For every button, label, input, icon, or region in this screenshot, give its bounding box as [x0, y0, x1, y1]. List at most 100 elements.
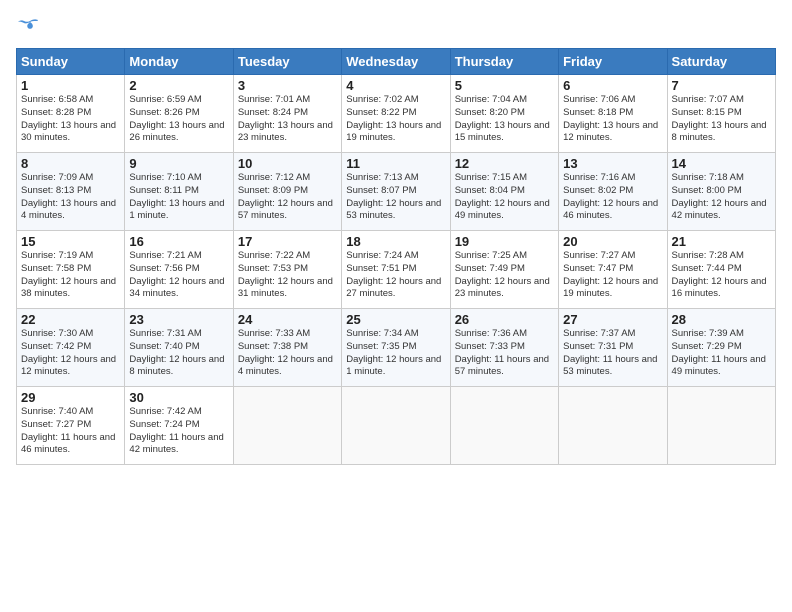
- calendar-cell: 13Sunrise: 7:16 AMSunset: 8:02 PMDayligh…: [559, 153, 667, 231]
- calendar-cell: 8Sunrise: 7:09 AMSunset: 8:13 PMDaylight…: [17, 153, 125, 231]
- day-number: 29: [21, 390, 120, 405]
- day-number: 8: [21, 156, 120, 171]
- calendar-cell: 12Sunrise: 7:15 AMSunset: 8:04 PMDayligh…: [450, 153, 558, 231]
- day-info: Sunrise: 7:01 AMSunset: 8:24 PMDaylight:…: [238, 94, 337, 145]
- calendar-cell: 6Sunrise: 7:06 AMSunset: 8:18 PMDaylight…: [559, 75, 667, 153]
- calendar-cell: [667, 387, 775, 465]
- day-number: 21: [672, 234, 771, 249]
- day-number: 13: [563, 156, 662, 171]
- day-number: 15: [21, 234, 120, 249]
- calendar-cell: 5Sunrise: 7:04 AMSunset: 8:20 PMDaylight…: [450, 75, 558, 153]
- day-info: Sunrise: 7:19 AMSunset: 7:58 PMDaylight:…: [21, 250, 120, 301]
- calendar-cell: 10Sunrise: 7:12 AMSunset: 8:09 PMDayligh…: [233, 153, 341, 231]
- day-info: Sunrise: 6:58 AMSunset: 8:28 PMDaylight:…: [21, 94, 120, 145]
- day-number: 25: [346, 312, 445, 327]
- day-number: 20: [563, 234, 662, 249]
- day-info: Sunrise: 7:30 AMSunset: 7:42 PMDaylight:…: [21, 328, 120, 379]
- weekday-header-friday: Friday: [559, 49, 667, 75]
- day-number: 9: [129, 156, 228, 171]
- day-info: Sunrise: 7:04 AMSunset: 8:20 PMDaylight:…: [455, 94, 554, 145]
- day-number: 2: [129, 78, 228, 93]
- calendar-cell: 4Sunrise: 7:02 AMSunset: 8:22 PMDaylight…: [342, 75, 450, 153]
- calendar-cell: 15Sunrise: 7:19 AMSunset: 7:58 PMDayligh…: [17, 231, 125, 309]
- day-number: 4: [346, 78, 445, 93]
- calendar-week-row: 29Sunrise: 7:40 AMSunset: 7:27 PMDayligh…: [17, 387, 776, 465]
- weekday-header-thursday: Thursday: [450, 49, 558, 75]
- day-info: Sunrise: 7:25 AMSunset: 7:49 PMDaylight:…: [455, 250, 554, 301]
- calendar-cell: 16Sunrise: 7:21 AMSunset: 7:56 PMDayligh…: [125, 231, 233, 309]
- day-number: 11: [346, 156, 445, 171]
- page: SundayMondayTuesdayWednesdayThursdayFrid…: [0, 0, 792, 612]
- logo-bird-icon: [18, 18, 42, 38]
- day-info: Sunrise: 7:40 AMSunset: 7:27 PMDaylight:…: [21, 406, 120, 457]
- day-info: Sunrise: 7:31 AMSunset: 7:40 PMDaylight:…: [129, 328, 228, 379]
- day-number: 6: [563, 78, 662, 93]
- weekday-header-sunday: Sunday: [17, 49, 125, 75]
- calendar-cell: 17Sunrise: 7:22 AMSunset: 7:53 PMDayligh…: [233, 231, 341, 309]
- day-info: Sunrise: 7:02 AMSunset: 8:22 PMDaylight:…: [346, 94, 445, 145]
- day-info: Sunrise: 7:07 AMSunset: 8:15 PMDaylight:…: [672, 94, 771, 145]
- day-info: Sunrise: 6:59 AMSunset: 8:26 PMDaylight:…: [129, 94, 228, 145]
- calendar-cell: 21Sunrise: 7:28 AMSunset: 7:44 PMDayligh…: [667, 231, 775, 309]
- day-number: 12: [455, 156, 554, 171]
- day-info: Sunrise: 7:10 AMSunset: 8:11 PMDaylight:…: [129, 172, 228, 223]
- calendar-cell: 22Sunrise: 7:30 AMSunset: 7:42 PMDayligh…: [17, 309, 125, 387]
- calendar-cell: 18Sunrise: 7:24 AMSunset: 7:51 PMDayligh…: [342, 231, 450, 309]
- day-info: Sunrise: 7:06 AMSunset: 8:18 PMDaylight:…: [563, 94, 662, 145]
- day-info: Sunrise: 7:39 AMSunset: 7:29 PMDaylight:…: [672, 328, 771, 379]
- calendar-cell: 9Sunrise: 7:10 AMSunset: 8:11 PMDaylight…: [125, 153, 233, 231]
- calendar-cell: 28Sunrise: 7:39 AMSunset: 7:29 PMDayligh…: [667, 309, 775, 387]
- day-info: Sunrise: 7:22 AMSunset: 7:53 PMDaylight:…: [238, 250, 337, 301]
- day-info: Sunrise: 7:27 AMSunset: 7:47 PMDaylight:…: [563, 250, 662, 301]
- day-number: 10: [238, 156, 337, 171]
- weekday-header-wednesday: Wednesday: [342, 49, 450, 75]
- day-number: 28: [672, 312, 771, 327]
- day-number: 27: [563, 312, 662, 327]
- calendar-header-row: SundayMondayTuesdayWednesdayThursdayFrid…: [17, 49, 776, 75]
- day-number: 16: [129, 234, 228, 249]
- day-number: 7: [672, 78, 771, 93]
- calendar-cell: 20Sunrise: 7:27 AMSunset: 7:47 PMDayligh…: [559, 231, 667, 309]
- day-number: 30: [129, 390, 228, 405]
- calendar-cell: 24Sunrise: 7:33 AMSunset: 7:38 PMDayligh…: [233, 309, 341, 387]
- weekday-header-saturday: Saturday: [667, 49, 775, 75]
- calendar-cell: 14Sunrise: 7:18 AMSunset: 8:00 PMDayligh…: [667, 153, 775, 231]
- day-number: 3: [238, 78, 337, 93]
- day-number: 26: [455, 312, 554, 327]
- calendar-cell: [450, 387, 558, 465]
- day-number: 22: [21, 312, 120, 327]
- day-info: Sunrise: 7:09 AMSunset: 8:13 PMDaylight:…: [21, 172, 120, 223]
- day-number: 23: [129, 312, 228, 327]
- calendar-cell: 7Sunrise: 7:07 AMSunset: 8:15 PMDaylight…: [667, 75, 775, 153]
- day-number: 19: [455, 234, 554, 249]
- day-info: Sunrise: 7:37 AMSunset: 7:31 PMDaylight:…: [563, 328, 662, 379]
- calendar-cell: 3Sunrise: 7:01 AMSunset: 8:24 PMDaylight…: [233, 75, 341, 153]
- calendar-week-row: 22Sunrise: 7:30 AMSunset: 7:42 PMDayligh…: [17, 309, 776, 387]
- weekday-header-tuesday: Tuesday: [233, 49, 341, 75]
- calendar-cell: 25Sunrise: 7:34 AMSunset: 7:35 PMDayligh…: [342, 309, 450, 387]
- day-info: Sunrise: 7:13 AMSunset: 8:07 PMDaylight:…: [346, 172, 445, 223]
- day-info: Sunrise: 7:33 AMSunset: 7:38 PMDaylight:…: [238, 328, 337, 379]
- day-info: Sunrise: 7:16 AMSunset: 8:02 PMDaylight:…: [563, 172, 662, 223]
- day-info: Sunrise: 7:18 AMSunset: 8:00 PMDaylight:…: [672, 172, 771, 223]
- calendar-week-row: 15Sunrise: 7:19 AMSunset: 7:58 PMDayligh…: [17, 231, 776, 309]
- day-info: Sunrise: 7:12 AMSunset: 8:09 PMDaylight:…: [238, 172, 337, 223]
- calendar-week-row: 8Sunrise: 7:09 AMSunset: 8:13 PMDaylight…: [17, 153, 776, 231]
- calendar-cell: 23Sunrise: 7:31 AMSunset: 7:40 PMDayligh…: [125, 309, 233, 387]
- day-info: Sunrise: 7:36 AMSunset: 7:33 PMDaylight:…: [455, 328, 554, 379]
- day-info: Sunrise: 7:21 AMSunset: 7:56 PMDaylight:…: [129, 250, 228, 301]
- weekday-header-monday: Monday: [125, 49, 233, 75]
- calendar-cell: 27Sunrise: 7:37 AMSunset: 7:31 PMDayligh…: [559, 309, 667, 387]
- day-info: Sunrise: 7:24 AMSunset: 7:51 PMDaylight:…: [346, 250, 445, 301]
- calendar-cell: 1Sunrise: 6:58 AMSunset: 8:28 PMDaylight…: [17, 75, 125, 153]
- calendar-cell: 2Sunrise: 6:59 AMSunset: 8:26 PMDaylight…: [125, 75, 233, 153]
- calendar: SundayMondayTuesdayWednesdayThursdayFrid…: [16, 48, 776, 465]
- day-info: Sunrise: 7:34 AMSunset: 7:35 PMDaylight:…: [346, 328, 445, 379]
- day-number: 14: [672, 156, 771, 171]
- calendar-cell: 26Sunrise: 7:36 AMSunset: 7:33 PMDayligh…: [450, 309, 558, 387]
- day-info: Sunrise: 7:15 AMSunset: 8:04 PMDaylight:…: [455, 172, 554, 223]
- day-number: 17: [238, 234, 337, 249]
- calendar-cell: 29Sunrise: 7:40 AMSunset: 7:27 PMDayligh…: [17, 387, 125, 465]
- calendar-week-row: 1Sunrise: 6:58 AMSunset: 8:28 PMDaylight…: [17, 75, 776, 153]
- logo: [16, 16, 42, 38]
